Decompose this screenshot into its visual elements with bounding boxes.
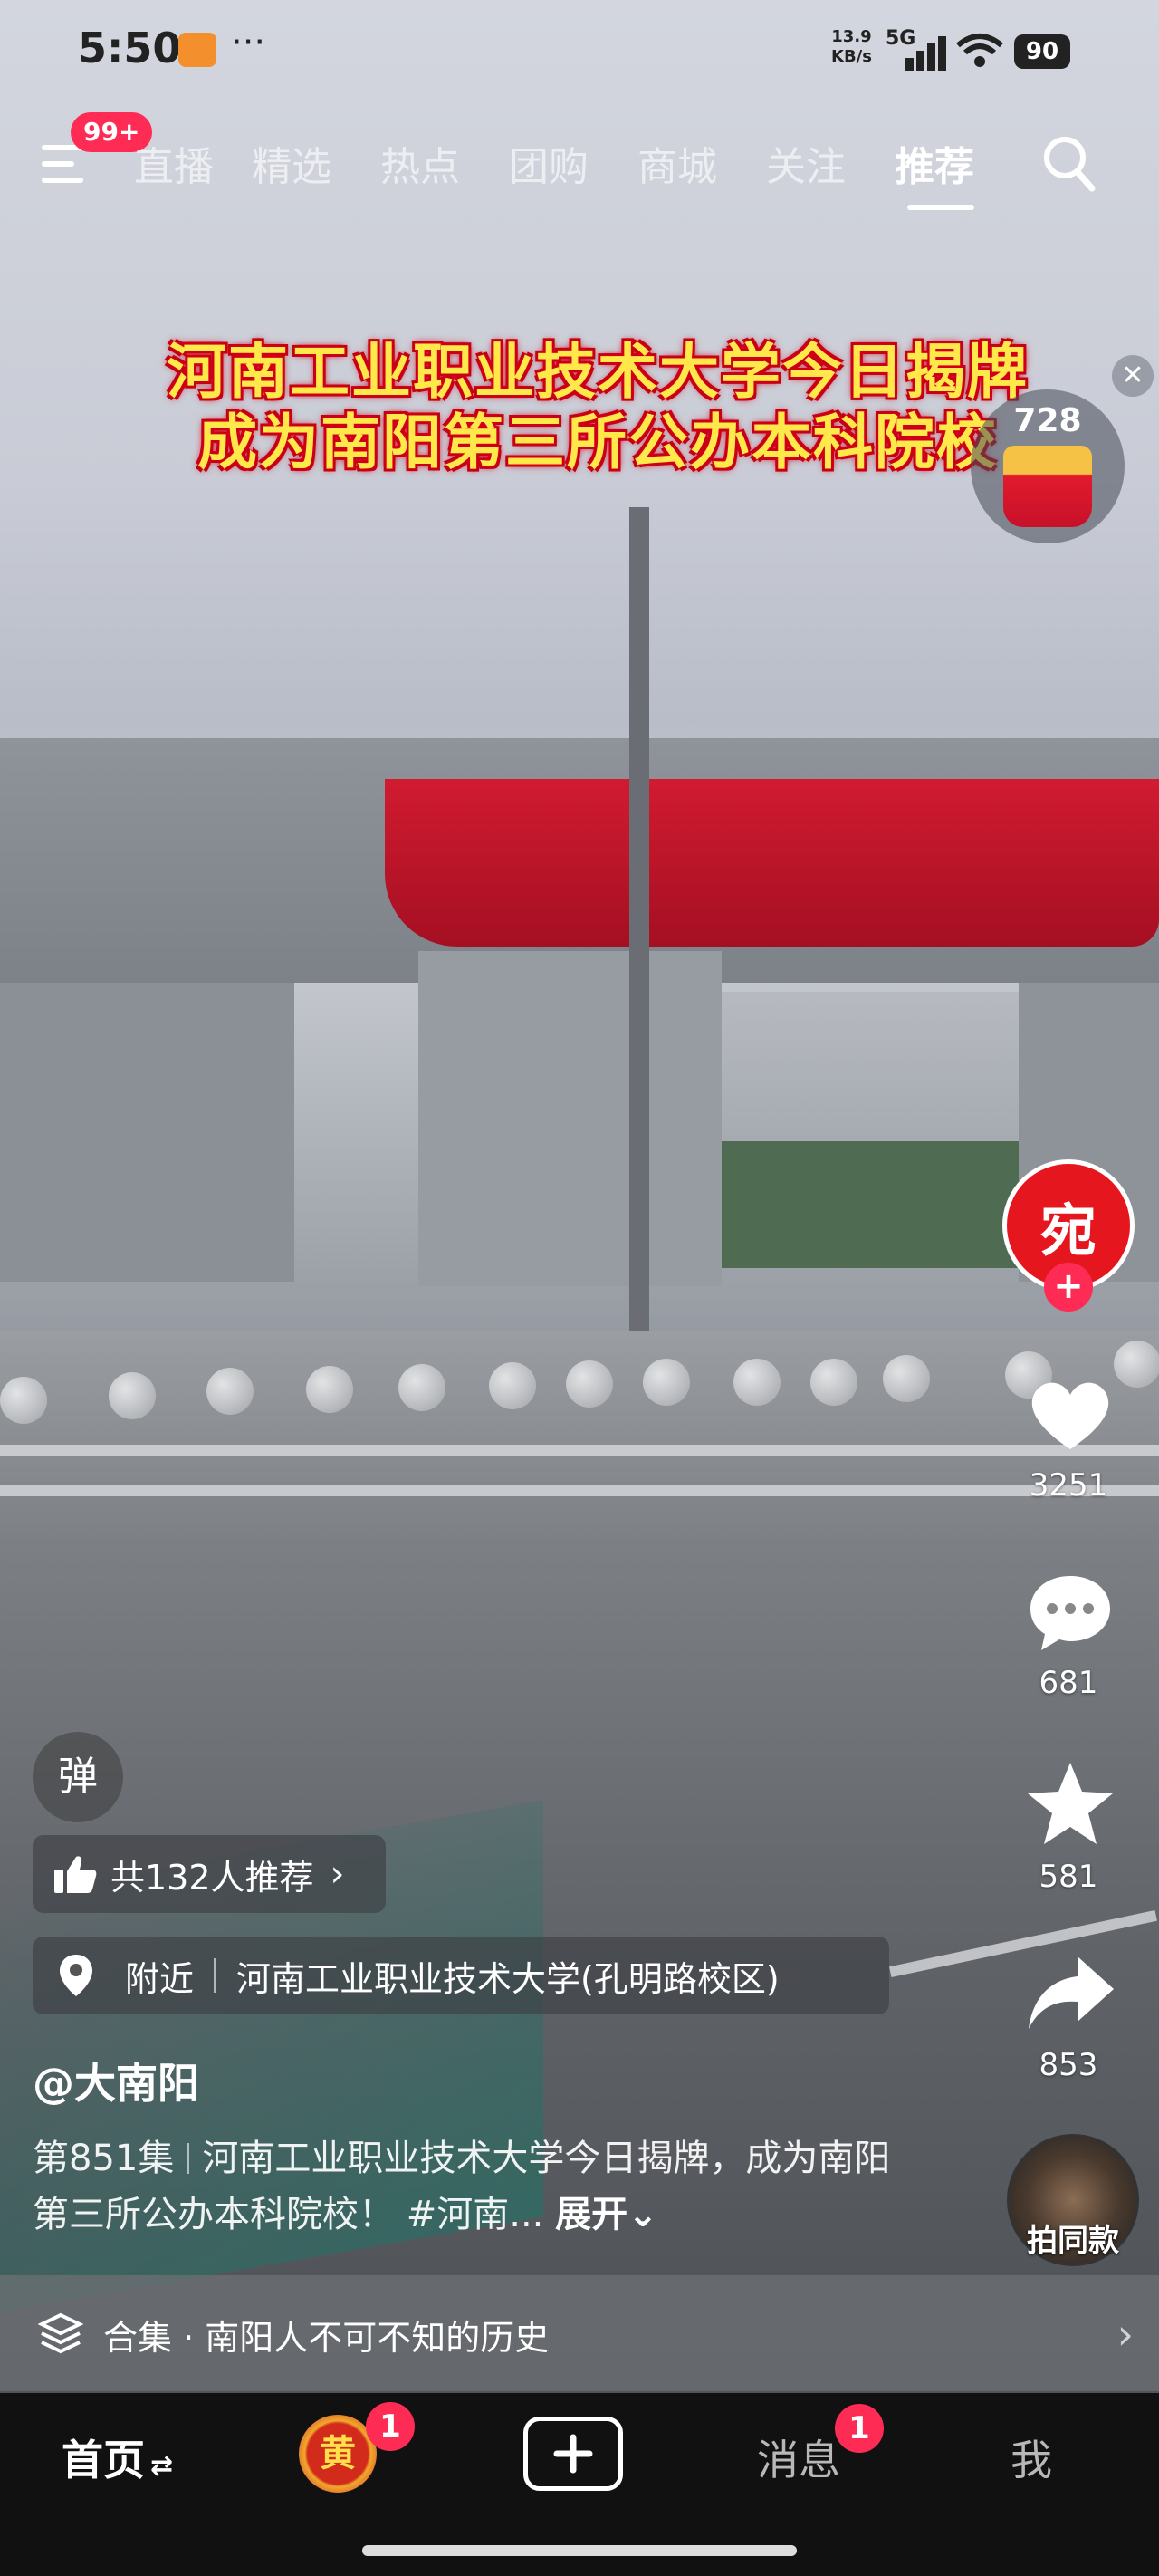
tab-following[interactable]: 关注: [766, 134, 846, 192]
recommend-pill[interactable]: 共132人推荐 ›: [33, 1835, 386, 1913]
bollard: [306, 1366, 353, 1413]
favorite-count: 581: [1039, 1859, 1098, 1895]
more-notifications-icon: ···: [231, 22, 266, 63]
collection-bar[interactable]: 合集 · 南阳人不可不知的历史 ›: [0, 2275, 1159, 2393]
bollard: [206, 1368, 254, 1415]
author-name[interactable]: @大南阳: [33, 2051, 199, 2110]
location-pill[interactable]: 附近 河南工业职业技术大学(孔明路校区): [33, 1937, 889, 2014]
bollard: [883, 1355, 930, 1402]
bollard: [109, 1372, 156, 1419]
close-widget-icon[interactable]: ✕: [1112, 355, 1154, 397]
chevron-right-icon: ›: [330, 1853, 345, 1895]
search-icon[interactable]: [1041, 134, 1096, 192]
chevron-right-icon: ›: [1116, 2310, 1134, 2359]
recommend-text: 共132人推荐: [110, 1857, 314, 1898]
lamp-pole: [629, 507, 649, 1368]
tab-group-buy[interactable]: 团购: [509, 134, 589, 192]
network-speed-unit: KB/s: [831, 47, 872, 66]
bollard: [0, 1377, 47, 1424]
app-notification-icon: [178, 33, 216, 67]
nav-home[interactable]: 首页 ⇄: [62, 2427, 173, 2487]
nav-home-label: 首页: [62, 2436, 145, 2485]
divider: [214, 1958, 217, 1993]
chevron-down-icon: ⌄: [627, 2194, 658, 2235]
network-speed-value: 13.9: [831, 27, 872, 46]
crosswalk-stripe: [0, 1485, 1159, 1496]
share-icon[interactable]: [1023, 1947, 1117, 2042]
like-count: 3251: [1029, 1467, 1108, 1504]
plus-icon: [553, 2434, 593, 2474]
video-headline: 河南工业职业技术大学今日揭牌 成为南阳第三所公办本科院校: [72, 337, 1123, 478]
nav-center-badge: 1: [366, 2402, 415, 2451]
bollard: [643, 1359, 690, 1406]
tab-hot[interactable]: 热点: [380, 134, 460, 192]
episode-label: 第851集: [33, 2138, 175, 2179]
nav-me[interactable]: 我: [1011, 2427, 1052, 2487]
location-pin-icon: [60, 1955, 92, 1996]
bollard: [398, 1364, 445, 1411]
battery-level: 90: [1014, 34, 1070, 69]
gate-pillar-middle: [418, 951, 722, 1286]
tab-mall[interactable]: 商城: [637, 134, 717, 192]
nav-messages-badge: 1: [835, 2404, 884, 2453]
bollard: [733, 1359, 781, 1406]
comment-count: 681: [1039, 1665, 1098, 1701]
wifi-icon: [956, 33, 1003, 77]
headline-line-1: 河南工业职业技术大学今日揭牌: [167, 337, 1029, 407]
like-icon[interactable]: [1023, 1368, 1117, 1462]
tab-recommended[interactable]: 推荐: [895, 134, 974, 192]
expand-label: 展开: [555, 2194, 628, 2235]
follow-button[interactable]: +: [1044, 1263, 1093, 1312]
active-tab-indicator: [907, 205, 974, 210]
signal-icon: [896, 34, 946, 71]
bollard: [566, 1360, 613, 1408]
bollard: [1114, 1341, 1159, 1388]
background-trees: [722, 1141, 1020, 1268]
comment-icon[interactable]: [1023, 1565, 1117, 1659]
expand-button[interactable]: 展开⌄: [555, 2194, 658, 2235]
creator-avatar-glyph: 宛: [1039, 1197, 1097, 1264]
coin-count: 728: [1013, 402, 1082, 439]
nav-messages[interactable]: 消息: [757, 2427, 840, 2487]
status-time: 5:50: [78, 24, 182, 72]
bollard: [489, 1362, 536, 1409]
share-count: 853: [1039, 2047, 1098, 2083]
tab-live[interactable]: 直播: [134, 134, 214, 192]
home-indicator[interactable]: [362, 2545, 797, 2556]
video-description[interactable]: 第851集 河南工业职业技术大学今日揭牌，成为南阳第三所公办本科院校！ #河南..…: [33, 2130, 920, 2243]
menu-icon[interactable]: [42, 145, 83, 185]
gate-pillar-left: [0, 983, 294, 1282]
location-name: 河南工业职业技术大学(孔明路校区): [236, 1958, 780, 1999]
thumbs-up-icon: [54, 1856, 97, 1893]
location-tag: 附近: [125, 1958, 195, 1999]
layers-icon: [38, 2312, 83, 2354]
danmu-toggle-button[interactable]: 弹: [33, 1732, 123, 1822]
red-cloth: [385, 779, 1159, 947]
create-button[interactable]: [523, 2417, 623, 2491]
divider: [187, 2143, 190, 2174]
gold-pot-icon: [1003, 446, 1092, 527]
switch-icon: ⇄: [150, 2450, 174, 2482]
same-style-label[interactable]: 拍同款: [996, 2216, 1150, 2260]
tab-featured[interactable]: 精选: [252, 134, 331, 192]
crosswalk-stripe: [0, 1445, 1159, 1456]
bollard: [810, 1359, 857, 1406]
headline-line-2: 成为南阳第三所公办本科院校: [197, 408, 998, 477]
network-speed: 13.9 KB/s: [831, 27, 872, 67]
collection-label: 合集 · 南阳人不可不知的历史: [103, 2317, 550, 2358]
status-bar: 5:50 ··· 13.9 KB/s 5G 90: [0, 0, 1159, 100]
favorite-star-icon[interactable]: [1023, 1757, 1117, 1851]
